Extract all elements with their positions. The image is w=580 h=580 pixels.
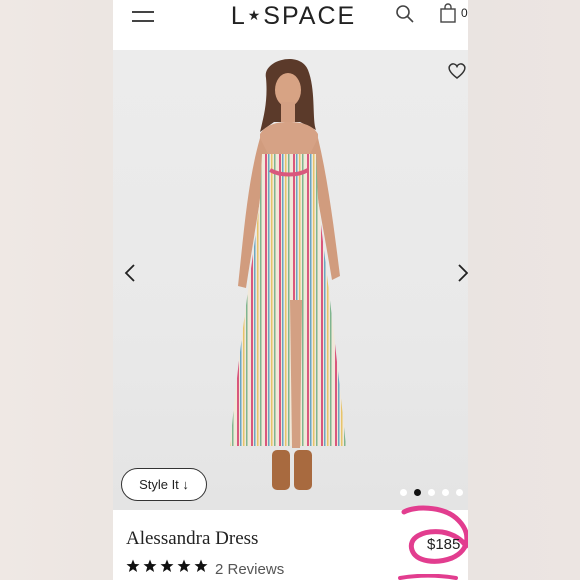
menu-icon[interactable] bbox=[132, 11, 154, 23]
product-photo bbox=[230, 58, 346, 490]
chevron-right-icon[interactable] bbox=[456, 262, 468, 284]
product-page: L★SPACE 0 Style It ↓ Alessandra Dress $1… bbox=[113, 0, 468, 580]
chevron-left-icon[interactable] bbox=[123, 262, 137, 284]
price-highlight-marker bbox=[401, 505, 468, 564]
product-price: $185 bbox=[427, 536, 461, 553]
rating-stars bbox=[126, 559, 208, 573]
site-header: L★SPACE 0 bbox=[113, 0, 468, 50]
product-image-carousel[interactable]: Style It ↓ bbox=[113, 50, 468, 510]
brand-logo[interactable]: L★SPACE bbox=[221, 2, 366, 31]
carousel-dot[interactable] bbox=[442, 489, 449, 496]
search-icon[interactable] bbox=[395, 4, 415, 24]
carousel-dot[interactable] bbox=[400, 489, 407, 496]
product-title: Alessandra Dress bbox=[126, 528, 259, 549]
price-highlight-tail bbox=[398, 574, 458, 580]
brand-star-icon: ★ bbox=[247, 7, 263, 23]
style-it-button[interactable]: Style It ↓ bbox=[121, 468, 207, 501]
brand-word: SPACE bbox=[263, 2, 357, 30]
star-icon bbox=[177, 559, 191, 572]
carousel-dot[interactable] bbox=[456, 489, 463, 496]
star-icon bbox=[143, 559, 157, 572]
shopping-bag-icon[interactable] bbox=[439, 3, 457, 23]
brand-letter: L bbox=[230, 2, 247, 30]
cart-count: 0 bbox=[461, 6, 468, 20]
carousel-dot[interactable] bbox=[428, 489, 435, 496]
carousel-dots bbox=[400, 489, 463, 496]
heart-icon[interactable] bbox=[447, 62, 467, 80]
star-icon bbox=[160, 559, 174, 572]
star-icon bbox=[126, 559, 140, 572]
carousel-dot-active[interactable] bbox=[414, 489, 421, 496]
star-icon bbox=[194, 559, 208, 572]
reviews-link[interactable]: 2 Reviews bbox=[215, 561, 284, 578]
